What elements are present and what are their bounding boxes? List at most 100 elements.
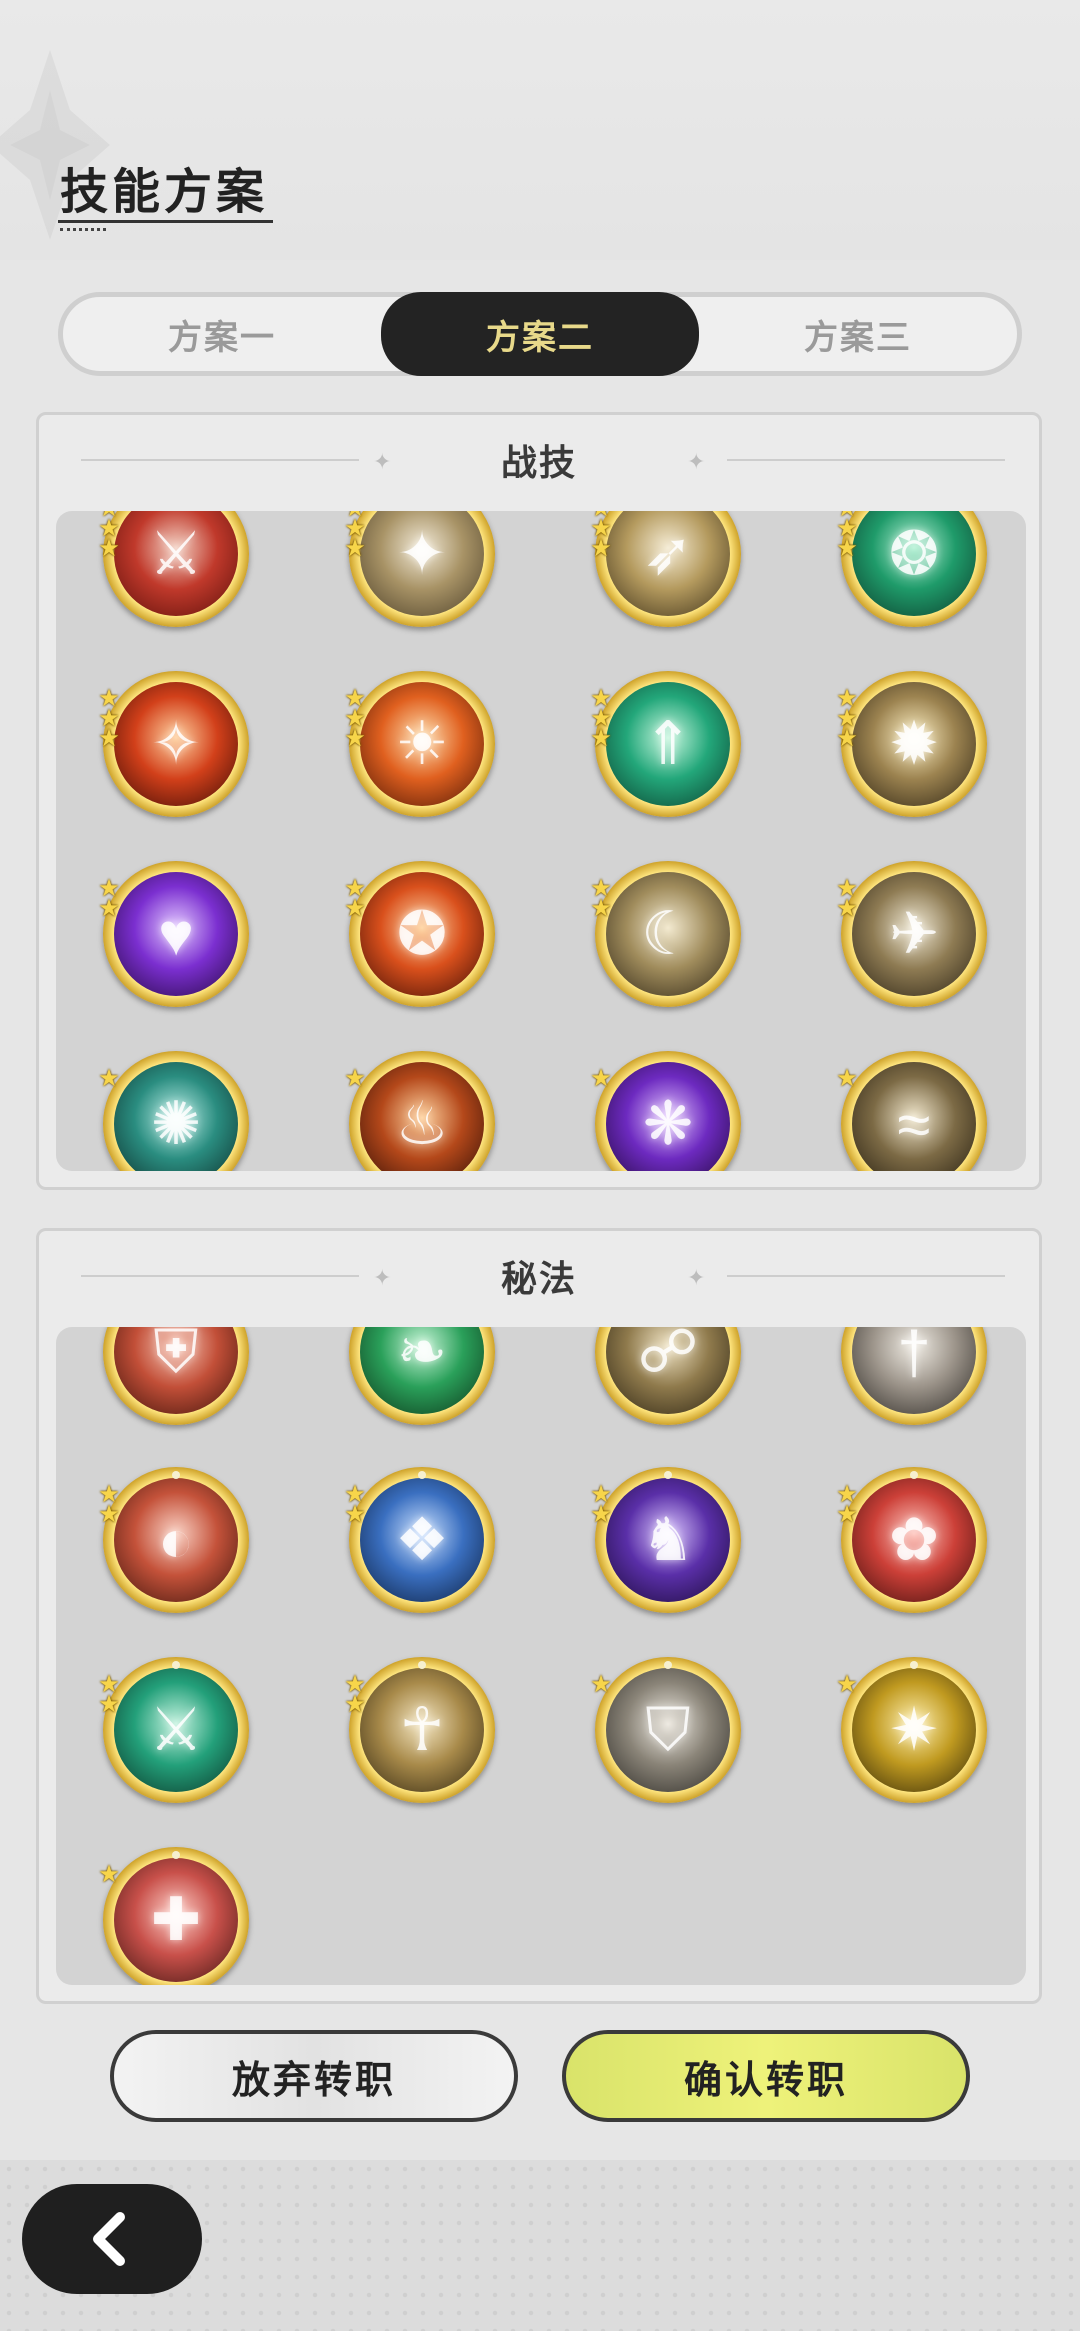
star-rating: ★★★ <box>587 687 615 752</box>
star-icon: ★ <box>98 535 120 562</box>
combat-skill-9[interactable]: ♥ ★ ★ <box>98 861 249 1007</box>
combat-skill-2[interactable]: ✦ ★★★ <box>344 511 495 627</box>
raised-sword-icon: ⚔ <box>149 520 203 587</box>
jade-sword-icon: ⚔ <box>149 1696 203 1763</box>
star-rating: ★ <box>587 1673 615 1697</box>
star-icon: ★ <box>836 535 858 562</box>
star-icon: ★ <box>836 1065 858 1092</box>
combat-skill-6[interactable]: ☀ ★ ★ ★ <box>344 671 495 817</box>
combat-skill-10[interactable]: ✪ ★ ★ <box>344 861 495 1007</box>
star-rating: ★ <box>833 1065 861 1092</box>
arcane-skill-8[interactable]: ✿ ★ ★ <box>836 1467 987 1613</box>
combat-skill-grid[interactable]: ⚔★★★✦★★★➶★★★❂★★★✧★★★☀★★★⇑★★★✹★★★♥★★✪★★☾★… <box>56 511 1026 1171</box>
arcane-skill-13[interactable]: ✚ ★ <box>98 1847 249 1985</box>
combat-skill-5[interactable]: ✧ ★ ★ ★ <box>98 671 249 817</box>
star-icon: ★ <box>590 1065 612 1092</box>
red-blossom-icon: ✿ <box>888 1506 940 1573</box>
header: 技能方案 <box>0 0 1080 260</box>
afterimage-dash-icon: ✦ <box>396 520 448 587</box>
pip-dot <box>418 1471 426 1479</box>
crimson-sweep-icon: ◐ <box>157 1506 195 1574</box>
arcane-skill-grid[interactable]: ⛨★❧★☍★†★◐★★❖★★♞★★✿★★⚔★★☥★★⛉★✷★✚★ <box>56 1327 1026 1985</box>
dark-sweep-icon: ≈ <box>897 1090 931 1158</box>
sword-shield-icon: † <box>897 1327 931 1386</box>
combat-skill-3[interactable]: ➶ ★★★ <box>590 511 741 627</box>
dragon-claw-icon: ☍ <box>637 1327 699 1385</box>
combat-skill-13[interactable]: ✺ ★ <box>98 1051 249 1171</box>
wind-vortex-icon: ❂ <box>888 520 940 587</box>
shield-figure-icon: ⛉ <box>645 1696 691 1763</box>
star-icon: ★ <box>590 1501 612 1528</box>
crystal-crest-icon: ❖ <box>395 1506 449 1573</box>
shadow-wings-icon: ❋ <box>642 1090 694 1157</box>
page-title: 技能方案 <box>60 166 269 219</box>
diamond-icon: ✦ <box>373 1265 392 1290</box>
combat-skill-8[interactable]: ✹ ★ ★ ★ <box>836 671 987 817</box>
arcane-skill-4[interactable]: †★ <box>841 1327 987 1425</box>
star-rating: ★ ★ <box>95 1673 123 1718</box>
combat-skill-1[interactable]: ⚔ ★★★ <box>98 511 249 627</box>
rising-arrows-icon: ⇑ <box>642 710 694 777</box>
star-icon: ★ <box>98 895 120 922</box>
title-dots <box>60 228 106 232</box>
tab-plan-2[interactable]: 方案二 <box>381 292 699 376</box>
back-button[interactable] <box>22 2184 202 2294</box>
star-icon: ★ <box>590 725 612 752</box>
combat-skill-15[interactable]: ❋ ★ <box>590 1051 741 1171</box>
diamond-icon: ✦ <box>373 449 392 474</box>
leaf-blade-icon: ❧ <box>396 1327 448 1385</box>
pip-dot <box>910 1471 918 1479</box>
radiant-burst-icon: ✷ <box>888 1696 940 1763</box>
crescent-slash-icon: ☾ <box>641 900 695 967</box>
ground-burst-icon: ✹ <box>888 710 940 777</box>
arcane-skills-panel: ✦ 秘法 ✦ ⛨★❧★☍★†★◐★★❖★★♞★★✿★★⚔★★☥★★⛉★✷★✚★ <box>36 1228 1042 2004</box>
star-icon: ★ <box>590 535 612 562</box>
confirm-transfer-button[interactable]: 确认转职 <box>562 2030 970 2122</box>
abandon-transfer-button[interactable]: 放弃转职 <box>110 2030 518 2122</box>
star-icon: ★ <box>836 895 858 922</box>
armor-guard-icon: ⛨ <box>153 1327 199 1385</box>
combat-skill-16[interactable]: ≈ ★ <box>836 1051 987 1171</box>
arcane-skill-10[interactable]: ☥ ★ ★ <box>344 1657 495 1803</box>
fire-emblem-icon: ✪ <box>396 900 448 967</box>
arcane-skill-7[interactable]: ♞ ★ ★ <box>590 1467 741 1613</box>
arcane-skill-9[interactable]: ⚔ ★ ★ <box>98 1657 249 1803</box>
arcane-skill-5[interactable]: ◐ ★ ★ <box>98 1467 249 1613</box>
tab-plan-3[interactable]: 方案三 <box>699 297 1017 371</box>
arcane-skill-3[interactable]: ☍★ <box>595 1327 741 1425</box>
star-icon: ★ <box>344 535 366 562</box>
star-icon: ★ <box>98 1691 120 1718</box>
pip-dot <box>664 1661 672 1669</box>
star-icon: ★ <box>98 1065 120 1092</box>
pip-dot <box>910 1661 918 1669</box>
combat-skill-12[interactable]: ✈ ★ ★ <box>836 861 987 1007</box>
arcane-skill-11[interactable]: ⛉ ★ <box>590 1657 741 1803</box>
shadow-beast-icon: ♞ <box>641 1506 695 1573</box>
star-icon: ★ <box>98 1861 120 1888</box>
star-rating: ★ <box>95 1065 123 1092</box>
combat-skill-4[interactable]: ❂ ★★★ <box>836 511 987 627</box>
combat-skill-11[interactable]: ☾ ★ ★ <box>590 861 741 1007</box>
star-rating: ★ ★ <box>341 1673 369 1718</box>
arcane-skill-6[interactable]: ❖ ★ ★ <box>344 1467 495 1613</box>
arcane-skill-2[interactable]: ❧★ <box>349 1327 495 1425</box>
combat-skill-7[interactable]: ⇑ ★ ★ ★ <box>590 671 741 817</box>
star-rating: ★★★ <box>341 687 369 751</box>
diamond-icon: ✦ <box>687 1265 706 1290</box>
title-underline <box>58 220 273 224</box>
star-rating: ★ ★ <box>341 877 369 921</box>
star-rating: ★ ★ <box>833 877 861 922</box>
combat-skills-panel: ✦ 战技 ✦ ⚔★★★✦★★★➶★★★❂★★★✧★★★☀★★★⇑★★★✹★★★♥… <box>36 412 1042 1190</box>
star-rating: ★ ★ <box>95 877 123 922</box>
tab-plan-1[interactable]: 方案一 <box>63 297 381 371</box>
star-rating: ★★★ <box>587 511 615 562</box>
leaping-strike-icon: ➶ <box>642 520 694 587</box>
skill-plan-screen: 技能方案 方案一 方案二 方案三 ✦ 战技 ✦ ⚔★★★✦★★★➶★★★❂★★★… <box>0 0 1080 2331</box>
arcane-skill-1[interactable]: ⛨★ <box>103 1327 249 1425</box>
star-icon: ★ <box>344 1691 366 1718</box>
star-icon: ★ <box>836 725 858 752</box>
star-icon: ★ <box>836 1501 858 1528</box>
combat-skill-14[interactable]: ♨ ★ <box>344 1051 495 1171</box>
star-rating: ★ <box>95 1861 123 1888</box>
arcane-skill-12[interactable]: ✷ ★ <box>836 1657 987 1803</box>
